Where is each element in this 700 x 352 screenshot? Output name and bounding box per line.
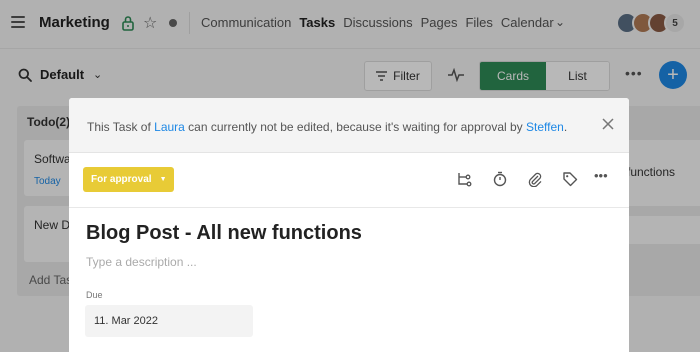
close-icon[interactable] — [602, 118, 614, 130]
subtask-icon[interactable] — [456, 171, 472, 187]
attachment-icon[interactable] — [527, 171, 543, 187]
due-date-field[interactable]: 11. Mar 2022 — [85, 305, 253, 337]
caret-down-icon: ▼ — [159, 176, 167, 183]
task-detail-modal: This Task of Laura can currently not be … — [69, 98, 629, 352]
more-options-icon[interactable]: ••• — [594, 168, 616, 184]
tag-icon[interactable] — [562, 171, 578, 187]
due-label: Due — [86, 290, 103, 300]
timer-icon[interactable] — [492, 171, 508, 187]
modal-divider — [69, 207, 629, 208]
approval-notice-text: This Task of Laura can currently not be … — [87, 120, 567, 134]
notice-text-part: can currently not be edited, because it'… — [184, 120, 526, 134]
task-title[interactable]: Blog Post - All new functions — [86, 222, 362, 245]
owner-user-link[interactable]: Laura — [154, 120, 185, 134]
approval-notice: This Task of Laura can currently not be … — [69, 98, 629, 153]
description-input[interactable]: Type a description ... — [86, 255, 197, 269]
approver-user-link[interactable]: Steffen — [526, 120, 564, 134]
status-label: For approval — [91, 174, 152, 185]
notice-text-part: . — [563, 120, 568, 134]
status-dropdown-button[interactable]: For approval ▼ — [83, 167, 174, 192]
notice-text-part: This Task of — [87, 120, 155, 134]
